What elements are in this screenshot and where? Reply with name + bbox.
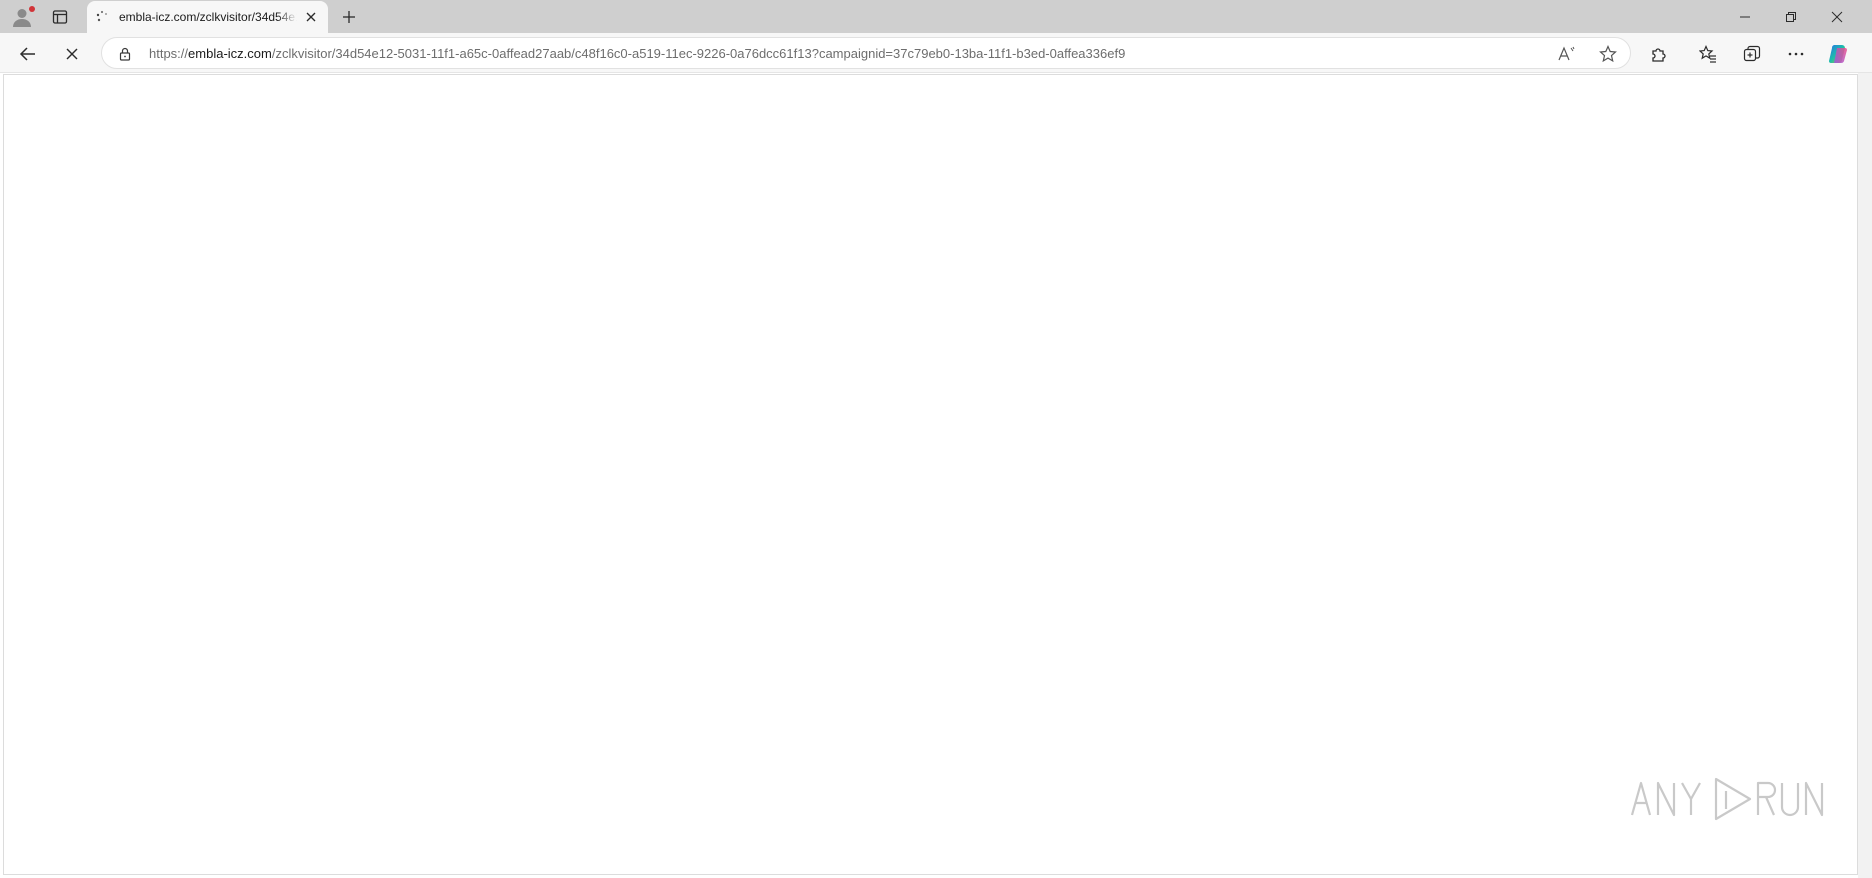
- more-icon: [1788, 52, 1804, 56]
- window-edge: [1858, 73, 1872, 878]
- lock-icon[interactable]: [117, 46, 133, 62]
- url-scheme: https://: [149, 46, 189, 61]
- url-path: /zclkvisitor/34d54e12-5031-11f1-a65c-0af…: [271, 46, 1126, 61]
- minimize-button[interactable]: [1722, 0, 1768, 33]
- read-aloud-button[interactable]: [1556, 43, 1578, 65]
- navigation-toolbar: https://embla-icz.com/zclkvisitor/34d54e…: [0, 33, 1872, 73]
- restore-icon: [1786, 11, 1796, 22]
- tab-actions-icon[interactable]: [48, 6, 72, 28]
- plus-icon: [343, 11, 355, 23]
- back-button[interactable]: [14, 40, 42, 68]
- stop-loading-button[interactable]: [58, 40, 86, 68]
- favorites-button[interactable]: [1694, 40, 1722, 68]
- more-button[interactable]: [1782, 40, 1810, 68]
- collections-button[interactable]: [1738, 40, 1766, 68]
- url-host: embla-icz.com: [188, 46, 272, 61]
- page-content: [3, 74, 1858, 875]
- anyrun-watermark: [1630, 765, 1830, 833]
- title-bar: embla-icz.com/zclkvisitor/34d54e12-5031-…: [0, 0, 1872, 33]
- minimize-icon: [1740, 16, 1750, 17]
- active-tab[interactable]: embla-icz.com/zclkvisitor/34d54e12-5031-…: [87, 1, 328, 33]
- notification-dot: [29, 6, 35, 12]
- extensions-button[interactable]: [1645, 40, 1673, 68]
- favorites-icon: [1699, 45, 1716, 63]
- close-tab-icon[interactable]: [302, 8, 320, 26]
- read-aloud-icon: [1558, 46, 1575, 61]
- puzzle-icon: [1652, 48, 1666, 62]
- close-window-button[interactable]: [1814, 0, 1860, 33]
- tab-title: embla-icz.com/zclkvisitor/34d54e12-5031-…: [119, 9, 297, 25]
- close-icon: [1831, 11, 1843, 22]
- loading-spinner-icon: [95, 9, 111, 25]
- star-icon: [1599, 45, 1617, 63]
- add-favorite-button[interactable]: [1597, 43, 1619, 65]
- new-tab-button[interactable]: [337, 5, 361, 29]
- restore-button[interactable]: [1768, 0, 1814, 33]
- stop-loading-icon: [66, 48, 78, 60]
- copilot-icon: [1829, 45, 1847, 64]
- back-arrow-icon: [19, 47, 35, 61]
- collections-icon: [1743, 45, 1761, 62]
- url-text[interactable]: https://embla-icz.com/zclkvisitor/34d54e…: [149, 45, 1125, 63]
- address-bar[interactable]: https://embla-icz.com/zclkvisitor/34d54e…: [101, 37, 1631, 69]
- copilot-button[interactable]: [1824, 40, 1852, 68]
